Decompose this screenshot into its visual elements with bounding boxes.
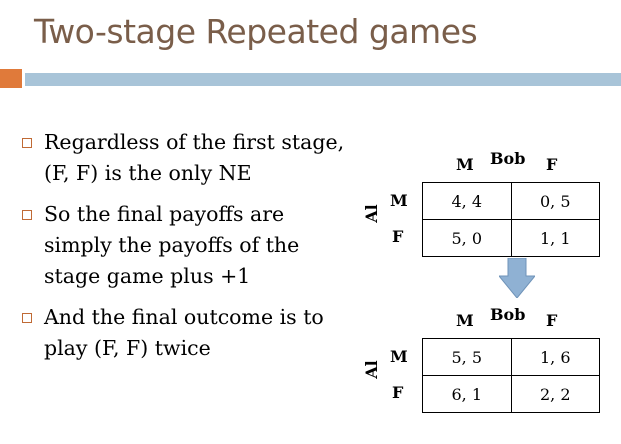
bullet-text: And the final outcome is to play (F, F) … [44,305,324,360]
col-label-m: M [456,155,474,174]
payoff-table: 4, 4 0, 5 5, 0 1, 1 [422,182,600,257]
payoff-cell: 1, 1 [510,219,600,257]
table-row: 6, 1 2, 2 [422,375,600,413]
col-label-m: M [456,311,474,330]
payoff-cell: 2, 2 [510,375,600,413]
col-player-name: Bob [490,305,526,324]
bullet-box-icon [22,138,32,148]
bullet-item: And the final outcome is to play (F, F) … [22,302,367,364]
bullet-list: Regardless of the first stage, (F, F) is… [22,127,367,374]
bullet-text: Regardless of the first stage, (F, F) is… [44,130,345,185]
payoff-cell: 5, 0 [422,219,512,257]
row-label-f: F [392,227,404,246]
payoff-cell: 1, 6 [510,338,600,376]
arrow-down-icon [499,258,535,298]
col-label-f: F [546,311,558,330]
bullet-item: So the final payoffs are simply the payo… [22,199,367,292]
row-label-m: M [390,191,408,210]
row-label-f: F [392,383,404,402]
table-row: 4, 4 0, 5 [422,182,600,220]
accent-bar-blue [25,73,621,86]
table-row: 5, 5 1, 6 [422,338,600,376]
bullet-item: Regardless of the first stage, (F, F) is… [22,127,367,189]
accent-bar-orange [0,69,22,88]
payoff-cell: 5, 5 [422,338,512,376]
payoff-cell: 4, 4 [422,182,512,220]
row-player-name: Al [361,204,381,223]
payoff-cell: 6, 1 [422,375,512,413]
payoff-cell: 0, 5 [510,182,600,220]
slide-title: Two-stage Repeated games [34,12,478,51]
bullet-text: So the final payoffs are simply the payo… [44,202,300,288]
col-label-f: F [546,155,558,174]
row-player-name: Al [361,360,381,379]
bullet-box-icon [22,210,32,220]
payoff-table: 5, 5 1, 6 6, 1 2, 2 [422,338,600,413]
col-player-name: Bob [490,149,526,168]
bullet-box-icon [22,313,32,323]
table-row: 5, 0 1, 1 [422,219,600,257]
row-label-m: M [390,347,408,366]
